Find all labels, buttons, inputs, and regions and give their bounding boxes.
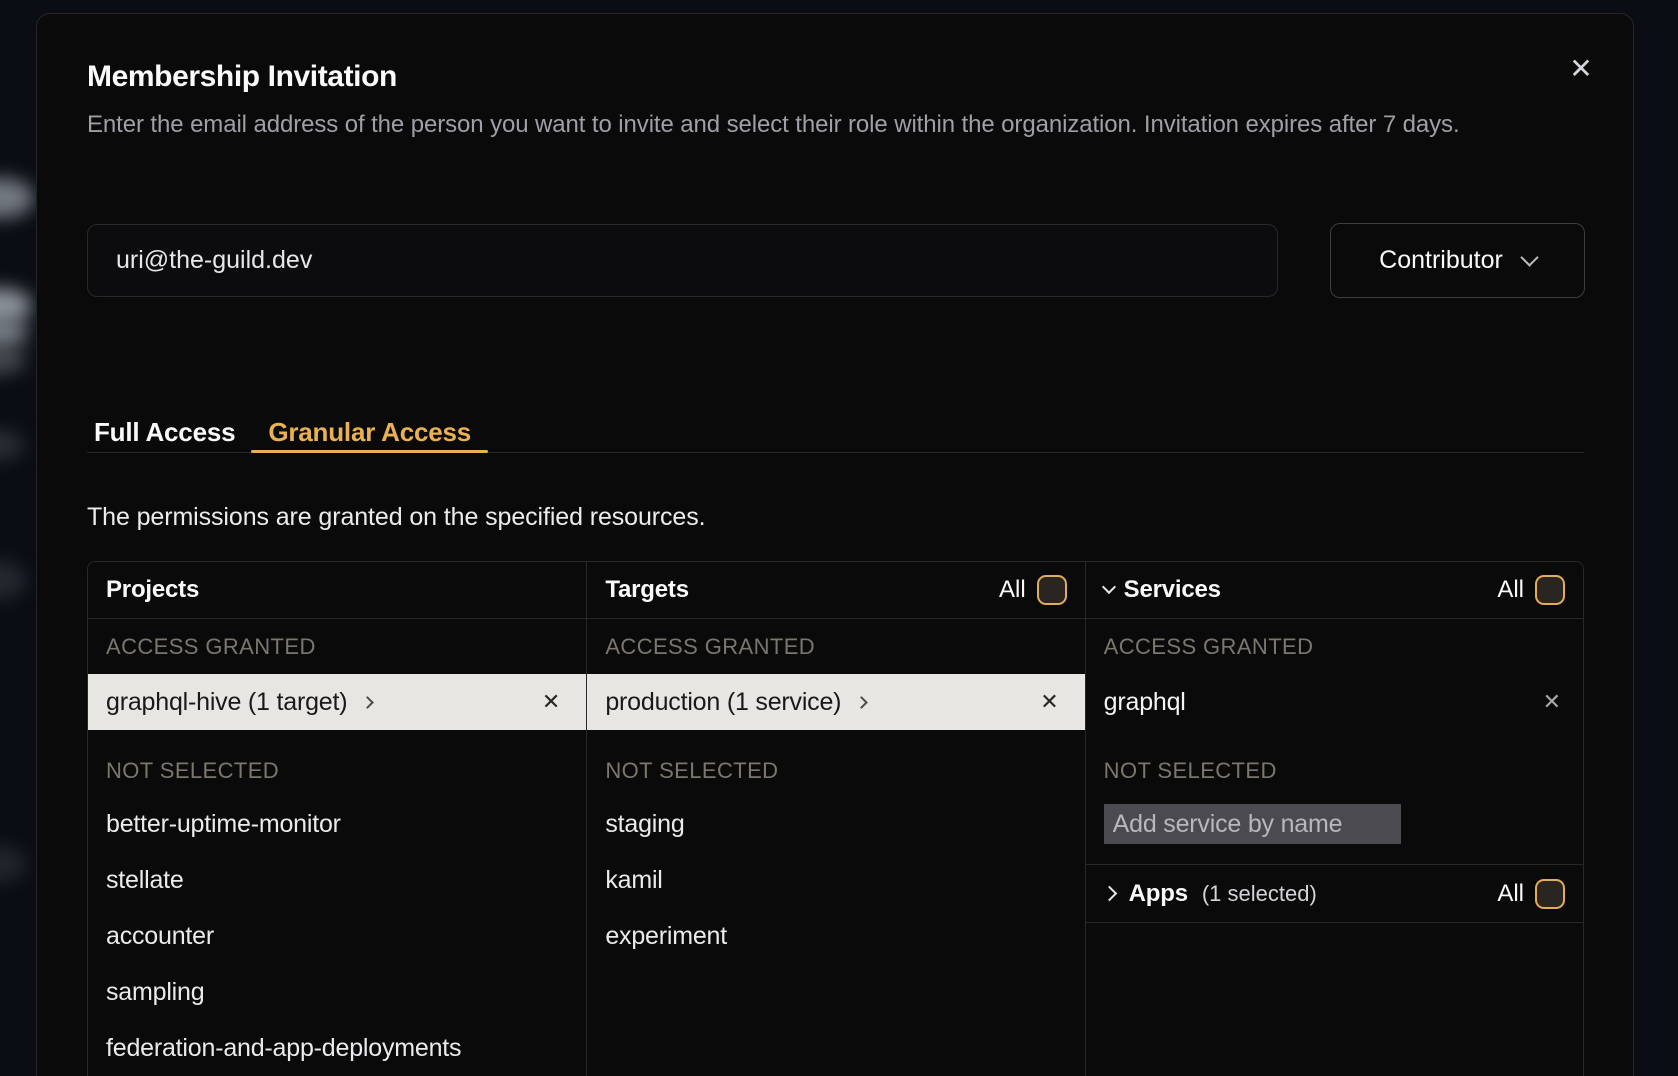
dialog-description: Enter the email address of the person yo… (87, 106, 1507, 143)
selected-service-label: graphql (1104, 688, 1186, 717)
project-option[interactable]: sampling (88, 964, 586, 1020)
apps-all-label: All (1497, 880, 1524, 908)
selected-target-row[interactable]: production (1 service) ✕ (587, 674, 1084, 730)
selected-target-label: production (1 service) (605, 688, 841, 717)
dialog-title: Membership Invitation (87, 60, 397, 94)
target-option[interactable]: staging (587, 796, 1084, 852)
targets-column: Targets All ACCESS GRANTED production (1… (586, 562, 1084, 1076)
access-tabs: Full Access Granular Access (87, 408, 1584, 453)
target-option[interactable]: kamil (587, 852, 1084, 908)
project-option[interactable]: federation-and-app-deployments (88, 1020, 586, 1076)
targets-column-title: Targets (605, 576, 689, 604)
tab-granular-access[interactable]: Granular Access (251, 408, 488, 452)
services-access-granted-label: ACCESS GRANTED (1086, 627, 1583, 667)
project-option[interactable]: better-uptime-monitor (88, 796, 586, 852)
close-icon[interactable]: ✕ (1559, 47, 1603, 91)
target-option[interactable]: experiment (587, 908, 1084, 964)
targets-not-selected-label: NOT SELECTED (587, 751, 1084, 791)
resource-permissions-table: Projects ACCESS GRANTED graphql-hive (1 … (87, 561, 1584, 1076)
expand-apps-icon (1101, 886, 1117, 902)
background-blur-blob (0, 560, 26, 600)
remove-service-icon[interactable]: ✕ (1543, 691, 1561, 713)
services-column-header: Services All (1086, 562, 1583, 619)
selected-project-label: graphql-hive (1 target) (106, 688, 347, 717)
projects-access-granted-label: ACCESS GRANTED (88, 627, 586, 667)
remove-project-icon[interactable]: ✕ (542, 691, 560, 713)
services-all-checkbox[interactable] (1535, 575, 1565, 605)
selected-project-row[interactable]: graphql-hive (1 target) ✕ (88, 674, 586, 730)
chevron-right-icon (855, 696, 868, 709)
apps-all-checkbox[interactable] (1535, 879, 1565, 909)
background-blur-blob (0, 346, 26, 374)
remove-target-icon[interactable]: ✕ (1040, 691, 1058, 713)
targets-all-label: All (999, 576, 1026, 604)
background-blur-blob (0, 318, 28, 348)
projects-column: Projects ACCESS GRANTED graphql-hive (1 … (88, 562, 586, 1076)
services-column: Services All ACCESS GRANTED graphql ✕ NO… (1085, 562, 1583, 1076)
collapse-services-icon[interactable] (1102, 580, 1116, 594)
background-blur-blob (0, 178, 34, 218)
background-blur-blob (0, 288, 32, 324)
services-all-label: All (1497, 576, 1524, 604)
background-blur-blob (0, 845, 26, 883)
apps-section-title: Apps (1129, 880, 1188, 908)
targets-column-header: Targets All (587, 562, 1084, 619)
projects-column-header: Projects (88, 562, 586, 619)
project-option[interactable]: stellate (88, 852, 586, 908)
services-column-title: Services (1124, 576, 1221, 604)
selected-service-row: graphql ✕ (1086, 674, 1583, 730)
project-option[interactable]: accounter (88, 908, 586, 964)
permissions-note: The permissions are granted on the speci… (87, 503, 705, 532)
targets-access-granted-label: ACCESS GRANTED (587, 627, 1084, 667)
add-service-input[interactable] (1104, 804, 1401, 844)
targets-all-checkbox[interactable] (1037, 575, 1067, 605)
services-not-selected-label: NOT SELECTED (1086, 751, 1583, 791)
tab-full-access[interactable]: Full Access (87, 408, 251, 452)
background-blur-blob (0, 430, 24, 460)
chevron-right-icon (362, 696, 375, 709)
apps-section-row[interactable]: Apps (1 selected) All (1086, 864, 1583, 923)
role-select-value: Contributor (1379, 246, 1503, 275)
apps-selected-count: (1 selected) (1202, 881, 1317, 907)
membership-invitation-dialog: ✕ Membership Invitation Enter the email … (36, 13, 1634, 1076)
role-select[interactable]: Contributor (1330, 223, 1585, 298)
projects-not-selected-label: NOT SELECTED (88, 751, 586, 791)
projects-column-title: Projects (106, 576, 199, 604)
chevron-down-icon (1520, 248, 1538, 266)
invite-email-input[interactable] (87, 224, 1278, 297)
